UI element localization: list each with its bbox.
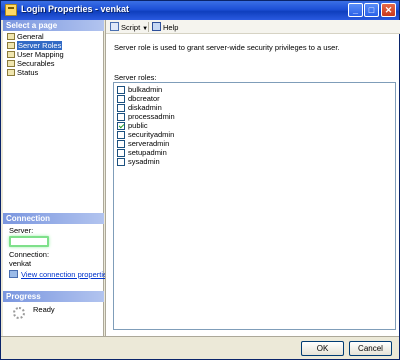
role-label: bulkadmin [128,85,163,94]
help-label: Help [163,23,179,32]
page-label: General [17,32,44,41]
page-item-server-roles[interactable]: Server Roles [5,41,102,50]
connection-properties-icon [9,270,18,278]
title-bar[interactable]: Login Properties - venkat _ □ ✕ [1,1,399,20]
role-label: diskadmin [128,103,162,112]
server-value-box [9,236,49,247]
role-label: sysadmin [128,157,160,166]
page-icon [7,51,15,58]
role-label: processadmin [128,112,175,121]
cancel-button[interactable]: Cancel [349,341,392,356]
page-label: Server Roles [17,41,63,50]
role-label: setupadmin [128,148,167,157]
script-button[interactable]: Script ▼ [110,22,148,34]
role-checkbox[interactable] [117,158,125,166]
view-connection-properties-link[interactable]: View connection properties [21,270,111,279]
page-icon [7,69,15,76]
role-checkbox[interactable] [117,122,125,130]
page-icon [7,60,15,67]
server-roles-label: Server roles: [114,73,157,82]
page-label: Status [17,68,39,77]
page-item-general[interactable]: General [5,32,102,41]
page-icon [7,33,15,40]
button-bar: OK Cancel [1,336,399,359]
script-label: Script [121,23,141,32]
page-item-status[interactable]: Status [5,68,102,77]
server-label: Server: [9,226,34,235]
left-pane: Select a page General Server Roles User … [3,20,111,336]
page-item-securables[interactable]: Securables [5,59,102,68]
role-label: public [128,121,148,130]
right-pane: Script ▼ Help Server role is used to gran… [105,20,400,336]
description-text: Server role is used to grant server-wide… [114,43,340,52]
minimize-button[interactable]: _ [348,3,363,17]
script-icon [110,22,119,31]
progress-spinner-icon [13,307,25,319]
help-button[interactable]: Help [152,22,178,33]
login-properties-window: Login Properties - venkat _ □ ✕ Select a… [0,0,400,360]
window-title: Login Properties - venkat [21,4,130,14]
role-label: securityadmin [128,130,175,139]
role-item-sysadmin[interactable]: sysadmin [117,158,160,167]
page-label: Securables [17,59,55,68]
connection-value: venkat [9,259,32,268]
role-checkbox[interactable] [117,104,125,112]
page-list: General Server Roles User Mapping Secura… [5,32,102,77]
maximize-button[interactable]: □ [364,3,379,17]
role-label: dbcreator [128,94,160,103]
select-page-header: Select a page [3,20,104,31]
role-checkbox[interactable] [117,140,125,148]
connection-label: Connection: [9,250,50,259]
role-checkbox[interactable] [117,95,125,103]
role-label: serveradmin [128,139,170,148]
progress-status: Ready [33,305,55,314]
role-checkbox[interactable] [117,149,125,157]
toolbar: Script ▼ Help [106,20,400,34]
role-checkbox[interactable] [117,86,125,94]
role-checkbox[interactable] [117,113,125,121]
connection-header: Connection [3,213,104,224]
toolbar-separator [148,22,149,32]
window-icon [5,4,17,16]
page-icon [7,42,15,49]
server-roles-list[interactable]: bulkadmin dbcreator diskadmin processadm… [113,82,396,330]
ok-button[interactable]: OK [301,341,344,356]
help-icon [152,22,161,31]
page-label: User Mapping [17,50,64,59]
close-button[interactable]: ✕ [381,3,396,17]
page-item-user-mapping[interactable]: User Mapping [5,50,102,59]
progress-header: Progress [3,291,104,302]
role-checkbox[interactable] [117,131,125,139]
